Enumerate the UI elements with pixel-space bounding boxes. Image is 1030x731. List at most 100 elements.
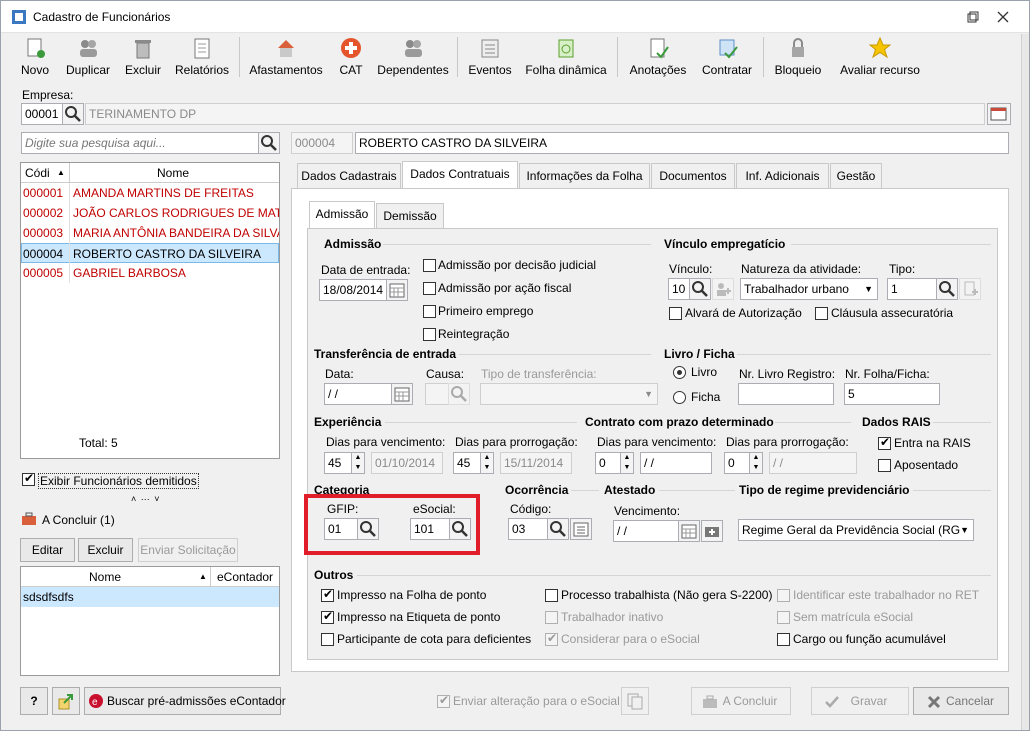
anotacoes-button[interactable]: Anotações xyxy=(625,34,691,80)
empresa-search-button[interactable] xyxy=(62,103,84,125)
livro-radio[interactable] xyxy=(673,366,686,379)
tab-informacoes-folha[interactable]: Informações da Folha xyxy=(519,163,650,189)
col-name-header[interactable]: Nome xyxy=(157,163,189,182)
afastamentos-button[interactable]: Afastamentos xyxy=(247,34,325,80)
cargo-acumulavel-checkbox[interactable] xyxy=(777,633,790,646)
ficha-radio[interactable] xyxy=(673,391,686,404)
copy-button[interactable] xyxy=(621,687,649,715)
sem-matricula-checkbox[interactable] xyxy=(777,611,790,624)
causa-input[interactable] xyxy=(425,383,449,405)
editar-button[interactable]: Editar xyxy=(20,538,75,562)
alvara-checkbox[interactable] xyxy=(669,307,682,320)
duplicar-button[interactable]: Duplicar xyxy=(63,34,113,80)
search-input[interactable]: Digite sua pesquisa aqui... xyxy=(21,132,259,154)
table-row[interactable]: 000003 MARIA ANTÔNIA BANDEIRA DA SILVA xyxy=(21,223,279,243)
contrato-prorr-days-input[interactable]: 0 xyxy=(724,452,750,474)
table-row[interactable]: sdsdfsdfs xyxy=(21,587,279,607)
codigo-list-button[interactable] xyxy=(570,518,592,540)
subtab-demissao[interactable]: Demissão xyxy=(376,203,444,229)
tab-dados-contratuais[interactable]: Dados Contratuais xyxy=(402,161,518,189)
aposentado-checkbox[interactable] xyxy=(878,459,891,472)
buscar-pre-admissoes-button[interactable]: e Buscar pré-admissões eContador xyxy=(84,687,286,715)
close-icon[interactable] xyxy=(997,11,1009,23)
cat-button[interactable]: CAT xyxy=(335,34,367,80)
clausula-checkbox[interactable] xyxy=(815,307,828,320)
gfip-search-button[interactable] xyxy=(357,518,379,540)
experiencia-prorr-days-input[interactable]: 45 xyxy=(453,452,481,474)
atestado-add-button[interactable] xyxy=(701,520,723,542)
search-button[interactable] xyxy=(258,132,280,154)
tipo-add-button[interactable] xyxy=(959,278,981,300)
admissao-judicial-checkbox[interactable] xyxy=(423,259,436,272)
table-row-selected[interactable]: 000004 ROBERTO CASTRO DA SILVEIRA xyxy=(21,243,279,263)
esocial-input[interactable]: 101 xyxy=(410,518,450,540)
identificar-ret-checkbox[interactable] xyxy=(777,589,790,602)
scrollbar[interactable] xyxy=(1021,34,1029,730)
trabalhador-inativo-checkbox[interactable] xyxy=(545,611,558,624)
help-button[interactable]: ? xyxy=(20,687,48,715)
experiencia-venc-days-input[interactable]: 45 xyxy=(324,452,352,474)
tab-inf-adicionais[interactable]: Inf. Adicionais xyxy=(736,163,829,189)
considerar-esocial-checkbox[interactable]: ✔ xyxy=(545,631,558,646)
contratar-button[interactable]: Contratar xyxy=(699,34,755,80)
col-code-header[interactable]: Códi xyxy=(25,163,50,182)
calendar-button[interactable] xyxy=(391,383,413,405)
exibir-demitidos-checkbox[interactable]: ✔ xyxy=(22,471,35,486)
atestado-venc-input[interactable]: / / xyxy=(613,520,679,542)
folha-dinamica-button[interactable]: Folha dinâmica xyxy=(523,34,609,80)
contrato-venc-date-input[interactable]: / / xyxy=(640,452,712,474)
primeiro-emprego-checkbox[interactable] xyxy=(423,305,436,318)
data-entrada-input[interactable]: 18/08/2014 xyxy=(319,279,387,301)
vinculo-input[interactable]: 10 xyxy=(668,278,690,300)
tab-documentos[interactable]: Documentos xyxy=(651,163,735,189)
tipo-transferencia-select[interactable]: ▼ xyxy=(480,383,658,405)
entra-rais-checkbox[interactable]: ✔ xyxy=(878,435,891,450)
reintegracao-checkbox[interactable] xyxy=(423,328,436,341)
cota-deficientes-checkbox[interactable] xyxy=(321,633,334,646)
regime-select[interactable]: Regime Geral da Previdência Social (RGP ▼ xyxy=(738,519,974,541)
spinner[interactable]: ▲ ▼ xyxy=(480,452,494,474)
gfip-input[interactable]: 01 xyxy=(324,518,358,540)
enviar-alteracao-checkbox[interactable]: ✔ xyxy=(437,693,450,708)
codigo-input[interactable]: 03 xyxy=(508,518,548,540)
novo-button[interactable]: Novo xyxy=(17,34,53,80)
restore-icon[interactable] xyxy=(967,11,979,23)
gravar-button[interactable]: Gravar xyxy=(811,687,909,715)
calendar-button[interactable] xyxy=(386,279,408,301)
causa-search-button[interactable] xyxy=(448,383,470,405)
table-row[interactable]: 000002JOÃO CARLOS RODRIGUES DE MATTOS xyxy=(21,203,279,223)
contrato-venc-days-input[interactable]: 0 xyxy=(595,452,621,474)
splitter-handle[interactable]: ˄ ⋯ ˅ xyxy=(131,494,161,505)
transferencia-data-input[interactable]: / / xyxy=(324,383,392,405)
admissao-fiscal-checkbox[interactable] xyxy=(423,282,436,295)
dependentes-button[interactable]: Dependentes xyxy=(375,34,451,80)
impresso-etiqueta-checkbox[interactable]: ✔ xyxy=(321,609,334,624)
vinculo-search-button[interactable] xyxy=(689,278,711,300)
export-button[interactable] xyxy=(52,687,80,715)
subtab-admissao[interactable]: Admissão xyxy=(309,201,375,229)
codigo-search-button[interactable] xyxy=(547,518,569,540)
bloqueio-button[interactable]: Bloqueio xyxy=(771,34,825,80)
tab-dados-cadastrais[interactable]: Dados Cadastrais xyxy=(297,163,401,189)
empresa-code-input[interactable]: 00001 xyxy=(21,103,63,125)
impresso-folha-checkbox[interactable]: ✔ xyxy=(321,587,334,602)
nr-folha-input[interactable]: 5 xyxy=(844,383,940,405)
eventos-button[interactable]: Eventos xyxy=(465,34,515,80)
excluir-aconcluir-button[interactable]: Excluir xyxy=(78,538,133,562)
col-nome-header[interactable]: Nome xyxy=(89,567,121,586)
enviar-solicitacao-button[interactable]: Enviar Solicitação xyxy=(138,538,238,562)
avaliar-recurso-button[interactable]: Avaliar recurso xyxy=(837,34,923,80)
spinner[interactable]: ▲ ▼ xyxy=(749,452,763,474)
spinner[interactable]: ▲ ▼ xyxy=(620,452,634,474)
processo-trabalhista-checkbox[interactable] xyxy=(545,589,558,602)
table-row[interactable]: 000005 GABRIEL BARBOSA xyxy=(21,263,279,283)
calendar-button[interactable] xyxy=(678,520,700,542)
vinculo-add-button[interactable] xyxy=(712,278,734,300)
employee-name-input[interactable]: ROBERTO CASTRO DA SILVEIRA xyxy=(355,132,1009,154)
esocial-search-button[interactable] xyxy=(449,518,471,540)
excluir-button[interactable]: Excluir xyxy=(123,34,163,80)
relatorios-button[interactable]: Relatórios xyxy=(173,34,231,80)
table-row[interactable]: 000001 AMANDA MARTINS DE FREITAS xyxy=(21,183,279,203)
natureza-select[interactable]: Trabalhador urbano ▼ xyxy=(740,278,878,300)
spinner[interactable]: ▲ ▼ xyxy=(351,452,365,474)
